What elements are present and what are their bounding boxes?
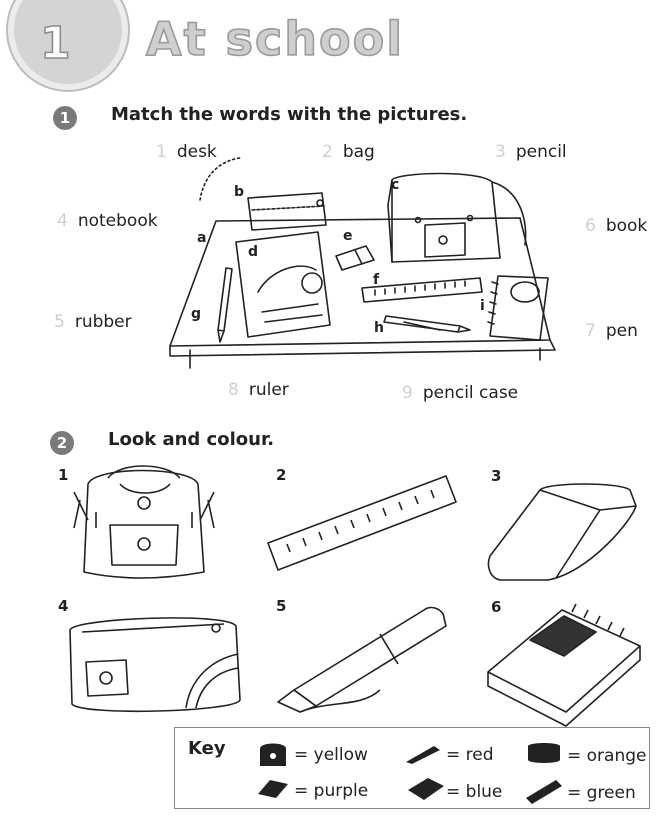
key-title: Key <box>188 738 226 759</box>
bag-icon <box>256 742 290 772</box>
notebook-icon <box>406 776 446 806</box>
key-yellow: = yellow <box>294 745 368 765</box>
pen-icon <box>404 742 444 768</box>
pencil-case-icon <box>526 742 562 768</box>
key-red: = red <box>446 745 494 765</box>
rubber-icon <box>256 778 290 804</box>
ruler-icon <box>524 778 564 810</box>
key-orange: = orange <box>567 746 647 766</box>
notebook-drawing <box>487 603 641 727</box>
key-purple: = purple <box>294 781 369 801</box>
key-green: = green <box>567 783 636 803</box>
key-blue: = blue <box>446 782 503 802</box>
